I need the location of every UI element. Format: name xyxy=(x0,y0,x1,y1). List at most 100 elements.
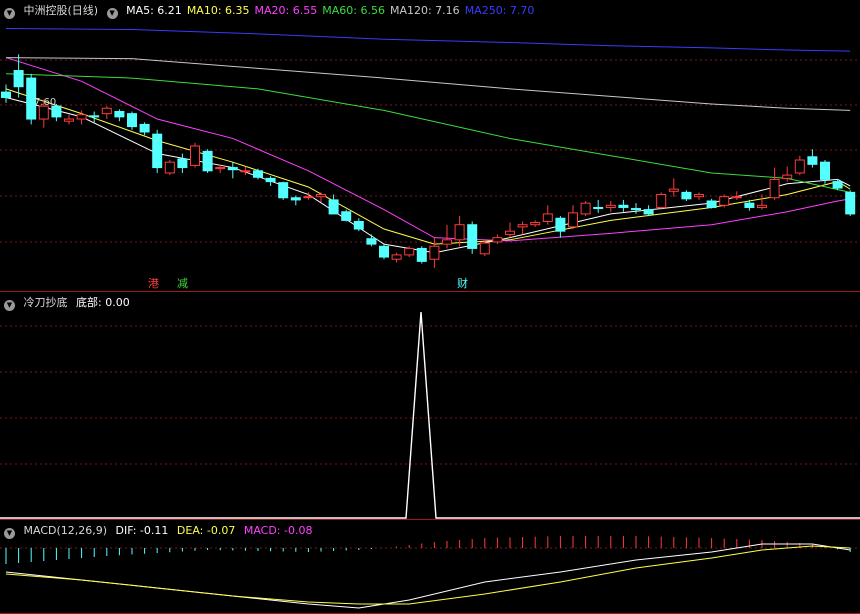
candle-body-58 xyxy=(731,196,742,199)
indicator-panel[interactable]: ▼ 冷刀抄底 底部: 0.00 xyxy=(0,292,860,520)
candle-body-28 xyxy=(353,220,364,230)
event-tag-2[interactable]: 财 xyxy=(457,277,468,290)
candle-body-0 xyxy=(1,91,11,98)
candle-body-10 xyxy=(127,113,137,128)
candle-body-67 xyxy=(845,191,856,215)
candle-body-65 xyxy=(820,161,830,180)
candle-body-34 xyxy=(429,245,440,260)
candle-body-5 xyxy=(64,118,74,122)
candle-body-42 xyxy=(530,222,541,226)
candle-body-19 xyxy=(240,170,251,173)
candle-body-60 xyxy=(757,204,767,208)
candle-body-21 xyxy=(265,177,276,183)
candle-body-61 xyxy=(769,178,780,199)
price-chart-header: ▼ 中洲控股(日线) ▼ MA5: 6.21 MA10: 6.35 MA20: 6.… xyxy=(4,3,544,19)
candle-body-23 xyxy=(290,197,301,201)
ma-legend: MA5: 6.21 MA10: 6.35 MA20: 6.55 MA60: 6.56 M… xyxy=(126,4,539,17)
candle-body-50 xyxy=(631,208,641,211)
candle-body-13 xyxy=(164,161,175,174)
candle-body-43 xyxy=(542,213,553,222)
macd-value: MACD: -0.08 xyxy=(243,524,313,537)
candle-body-20 xyxy=(253,170,263,178)
candle-body-17 xyxy=(215,167,226,170)
candle-body-14 xyxy=(177,158,188,169)
candle-body-44 xyxy=(555,217,566,232)
ma120-line xyxy=(5,57,851,111)
candle-body-38 xyxy=(479,242,490,255)
candle-body-39 xyxy=(492,237,503,243)
price-chart[interactable] xyxy=(0,0,860,292)
candle-body-63 xyxy=(794,159,805,174)
macd-panel[interactable]: ▼ MACD(12,26,9) DIF: -0.11 DEA: -0.07 MA… xyxy=(0,520,860,614)
indicator-header: ▼ 冷刀抄底 底部: 0.00 xyxy=(4,295,135,311)
candle-body-1 xyxy=(13,70,24,88)
candle-body-40 xyxy=(505,230,515,235)
dif-value: DIF: -0.11 xyxy=(115,524,169,537)
chevron-down-icon[interactable]: ▼ xyxy=(4,300,15,311)
chevron-down-icon[interactable]: ▼ xyxy=(4,528,15,539)
candle-body-48 xyxy=(605,204,616,208)
event-tag-1[interactable]: 减 xyxy=(177,277,188,290)
ma60-label: MA60: 6.56 xyxy=(322,4,385,17)
event-tag-0[interactable]: 港 xyxy=(148,277,159,290)
price-chart-panel[interactable]: ▼ 中洲控股(日线) ▼ MA5: 6.21 MA10: 6.35 MA20: 6.… xyxy=(0,0,860,292)
ma60-line xyxy=(5,73,851,193)
indicator-value: 底部: 0.00 xyxy=(76,296,130,309)
ma10-label: MA10: 6.35 xyxy=(186,4,250,17)
candle-body-27 xyxy=(341,211,352,221)
ma5-label: MA5: 6.21 xyxy=(126,4,182,17)
indicator-title: 冷刀抄底 xyxy=(23,296,68,309)
candle-body-7 xyxy=(89,115,100,118)
candle-body-30 xyxy=(379,245,389,258)
candle-body-57 xyxy=(719,196,730,206)
ma20-label: MA20: 6.55 xyxy=(254,4,318,17)
high-price-label: 7.60 xyxy=(34,97,57,108)
candle-body-15 xyxy=(190,145,200,166)
candle-body-47 xyxy=(593,206,604,210)
candle-body-31 xyxy=(391,254,402,260)
stock-title: 中洲控股(日线) xyxy=(23,4,99,17)
chevron-down-icon[interactable]: ▼ xyxy=(4,8,15,19)
candle-body-54 xyxy=(681,191,692,200)
indicator-line xyxy=(0,311,860,519)
candle-body-49 xyxy=(618,204,629,208)
candle-body-6 xyxy=(76,114,87,120)
ma10-line xyxy=(5,88,851,245)
chevron-down-icon[interactable]: ▼ xyxy=(106,8,118,19)
candle-body-9 xyxy=(114,110,125,118)
ma250-line xyxy=(5,27,851,52)
candle-body-35 xyxy=(442,239,452,245)
macd-title: MACD(12,26,9) xyxy=(23,524,108,537)
candle-body-46 xyxy=(580,202,591,215)
candle-body-33 xyxy=(416,247,427,262)
candle-body-32 xyxy=(404,247,415,256)
dea-value: DEA: -0.07 xyxy=(176,524,236,537)
ma250-label: MA250: 7.70 xyxy=(464,4,535,17)
candle-body-37 xyxy=(467,224,478,249)
candle-body-18 xyxy=(227,167,238,171)
candle-body-56 xyxy=(706,200,717,208)
ma120-label: MA120: 7.16 xyxy=(389,4,460,17)
candle-body-45 xyxy=(568,212,578,228)
candle-body-11 xyxy=(139,123,150,133)
candle-body-12 xyxy=(152,133,163,169)
candle-body-64 xyxy=(807,156,818,165)
candle-body-36 xyxy=(454,224,465,241)
candle-body-59 xyxy=(744,202,755,208)
ma20-line xyxy=(5,57,851,242)
candle-body-51 xyxy=(643,209,654,215)
candle-body-52 xyxy=(656,194,667,208)
candle-body-26 xyxy=(328,199,339,215)
indicator-chart[interactable] xyxy=(0,292,860,520)
candle-body-41 xyxy=(517,224,528,228)
candle-body-62 xyxy=(782,174,793,179)
candle-body-25 xyxy=(316,194,326,198)
dif-line xyxy=(5,543,851,609)
candle-body-8 xyxy=(101,107,112,115)
candle-body-66 xyxy=(832,181,843,189)
candle-body-53 xyxy=(668,188,679,192)
candle-body-16 xyxy=(202,150,213,172)
candle-body-24 xyxy=(303,196,314,199)
macd-header: ▼ MACD(12,26,9) DIF: -0.11 DEA: -0.07 MA… xyxy=(4,523,317,539)
candle-body-29 xyxy=(366,238,377,245)
